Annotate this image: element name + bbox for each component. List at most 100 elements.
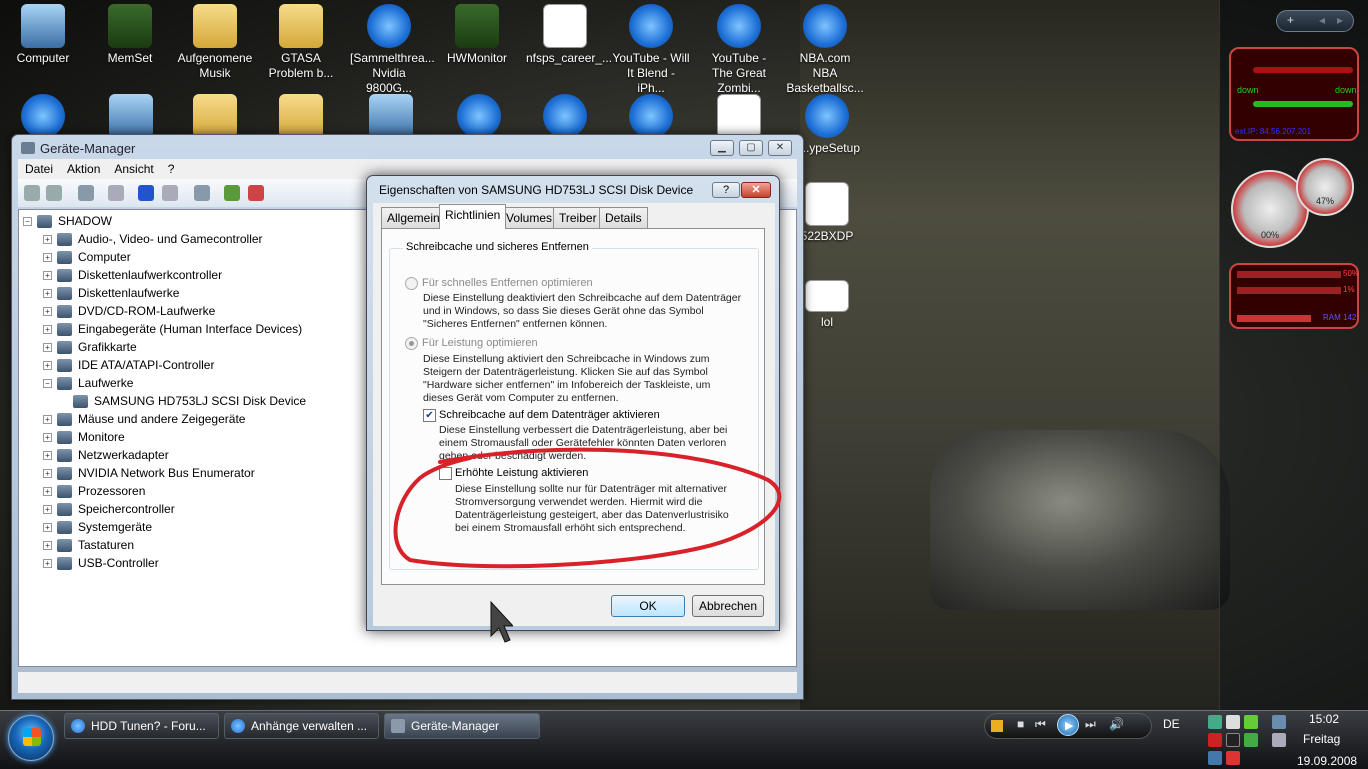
network-tray-icon[interactable]	[1272, 715, 1286, 729]
task-anhaenge[interactable]: Anhänge verwalten ...	[224, 713, 379, 739]
tray-icon-8[interactable]	[1226, 751, 1240, 765]
next-track-icon[interactable]: ⏭	[1085, 717, 1096, 732]
expand-icon[interactable]: +	[43, 253, 52, 263]
desktop-icon[interactable]: nfsps_career_...	[526, 2, 612, 66]
speaker-tray-icon[interactable]	[1272, 733, 1286, 747]
tree-category-item[interactable]: + Monitore	[43, 428, 125, 446]
tab-treiber[interactable]: Treiber	[553, 207, 603, 228]
expand-icon[interactable]: +	[43, 487, 52, 497]
tray-icon-1[interactable]	[1208, 715, 1222, 729]
tree-root[interactable]: − SHADOW	[23, 212, 112, 230]
tree-category-item[interactable]: + Systemgeräte	[43, 518, 152, 536]
desktop-icon[interactable]: NBA.com NBA Basketballsc...	[786, 2, 864, 96]
tree-category-item[interactable]: + DVD/CD-ROM-Laufwerke	[43, 302, 215, 320]
expand-icon[interactable]: +	[43, 541, 52, 551]
performance-radio[interactable]	[405, 337, 418, 350]
clock-day[interactable]: Freitag	[1303, 732, 1340, 746]
add-gadget-icon[interactable]: +	[1287, 13, 1294, 27]
tree-category-item[interactable]: + Netzwerkadapter	[43, 446, 169, 464]
desktop-icon[interactable]: MemSet	[91, 2, 169, 66]
close-button[interactable]: ✕	[768, 140, 792, 156]
expand-icon[interactable]: +	[43, 343, 52, 353]
show-hide-icon[interactable]	[78, 185, 94, 201]
tray-icon-2[interactable]	[1226, 715, 1240, 729]
desktop-icon[interactable]: YouTube - Will It Blend - iPh...	[612, 2, 690, 96]
desktop-icon[interactable]: Aufgenomene Musik	[176, 2, 254, 81]
tray-icon-3[interactable]	[1244, 715, 1258, 729]
memory-meter-gadget[interactable]: 50% 1% RAM 142	[1229, 263, 1359, 329]
expand-icon[interactable]: +	[43, 505, 52, 515]
tree-category-item[interactable]: + Speichercontroller	[43, 500, 175, 518]
tree-category-item[interactable]: + Computer	[43, 248, 131, 266]
expand-icon[interactable]: +	[43, 451, 52, 461]
expand-icon[interactable]: +	[43, 433, 52, 443]
menu-aktion[interactable]: Aktion	[60, 159, 107, 179]
tab-volumes[interactable]: Volumes	[500, 207, 559, 228]
view-icon[interactable]	[162, 185, 178, 201]
menu-ansicht[interactable]: Ansicht	[107, 159, 160, 179]
collapse-icon[interactable]: −	[23, 217, 32, 227]
tree-device-item[interactable]: SAMSUNG HD753LJ SCSI Disk Device	[73, 392, 306, 410]
tab-details[interactable]: Details	[599, 207, 648, 228]
tray-icon-4[interactable]	[1208, 733, 1222, 747]
desktop-icon[interactable]: YouTube - The Great Zombi...	[700, 2, 778, 96]
tree-category-item[interactable]: + USB-Controller	[43, 554, 159, 572]
expand-icon[interactable]: +	[43, 235, 52, 245]
network-meter-gadget[interactable]: down down ext.IP: 84.56.207.201	[1229, 47, 1359, 141]
menu-datei[interactable]: Datei	[18, 159, 60, 179]
ok-button[interactable]: OK	[611, 595, 685, 617]
tree-category-item[interactable]: + Grafikkarte	[43, 338, 137, 356]
language-indicator[interactable]: DE	[1163, 717, 1180, 731]
media-player-icon[interactable]	[991, 720, 1003, 732]
collapse-icon[interactable]: −	[43, 379, 52, 389]
back-icon[interactable]	[24, 185, 40, 201]
dialog-close-button[interactable]: ✕	[741, 182, 771, 198]
tree-category-item[interactable]: + Mäuse und andere Zeigegeräte	[43, 410, 245, 428]
expand-icon[interactable]: +	[43, 271, 52, 281]
forward-icon[interactable]	[46, 185, 62, 201]
desktop-icon[interactable]: HWMonitor	[438, 2, 516, 66]
next-icon[interactable]: ▸	[1337, 13, 1343, 27]
play-button[interactable]: ▶	[1057, 714, 1079, 736]
clock-date[interactable]: 19.09.2008	[1297, 754, 1357, 768]
uninstall-icon[interactable]	[248, 185, 264, 201]
tray-icon-7[interactable]	[1208, 751, 1222, 765]
expand-icon[interactable]: +	[43, 289, 52, 299]
menu-help[interactable]: ?	[161, 159, 182, 179]
expand-icon[interactable]: +	[43, 325, 52, 335]
tray-icon-6[interactable]	[1244, 733, 1258, 747]
expand-icon[interactable]: +	[43, 361, 52, 371]
tree-category-item[interactable]: + Audio-, Video- und Gamecontroller	[43, 230, 263, 248]
stop-icon[interactable]: ■	[1017, 717, 1024, 731]
tree-category-item[interactable]: + Diskettenlaufwerkcontroller	[43, 266, 222, 284]
sidebar-controls[interactable]: + ◂ ▸	[1276, 10, 1354, 32]
scan-hardware-icon[interactable]	[194, 185, 210, 201]
previous-icon[interactable]: ⏮	[1035, 717, 1046, 732]
cancel-button[interactable]: Abbrechen	[692, 595, 764, 617]
properties-dialog[interactable]: Eigenschaften von SAMSUNG HD753LJ SCSI D…	[366, 175, 780, 631]
desktop-icon[interactable]: [Sammelthrea... Nvidia 9800G...	[350, 2, 435, 96]
expand-icon[interactable]: +	[43, 469, 52, 479]
volume-icon[interactable]: 🔊	[1109, 717, 1124, 731]
tab-allgemein[interactable]: Allgemein	[381, 207, 446, 228]
minimize-button[interactable]: ▁	[710, 140, 734, 156]
prev-icon[interactable]: ◂	[1319, 13, 1325, 27]
expand-icon[interactable]: +	[43, 523, 52, 533]
tree-category-item[interactable]: + Prozessoren	[43, 482, 145, 500]
tree-category-item[interactable]: + Diskettenlaufwerke	[43, 284, 179, 302]
write-cache-checkbox[interactable]: ✔	[423, 409, 436, 422]
desktop-icon[interactable]: Computer	[4, 2, 82, 66]
quick-removal-radio[interactable]	[405, 277, 418, 290]
task-geraete-manager[interactable]: Geräte-Manager	[384, 713, 540, 739]
task-hdd-tunen[interactable]: HDD Tunen? - Foru...	[64, 713, 219, 739]
expand-icon[interactable]: +	[43, 307, 52, 317]
maximize-button[interactable]: ▢	[739, 140, 763, 156]
tree-category-item[interactable]: − Laufwerke	[43, 374, 133, 392]
tray-icon-5[interactable]	[1226, 733, 1240, 747]
start-button[interactable]	[8, 715, 54, 761]
advanced-performance-checkbox[interactable]	[439, 467, 452, 480]
tree-category-item[interactable]: + IDE ATA/ATAPI-Controller	[43, 356, 214, 374]
clock-time[interactable]: 15:02	[1309, 712, 1339, 726]
tree-category-item[interactable]: + NVIDIA Network Bus Enumerator	[43, 464, 255, 482]
help-button[interactable]: ?	[712, 182, 740, 198]
